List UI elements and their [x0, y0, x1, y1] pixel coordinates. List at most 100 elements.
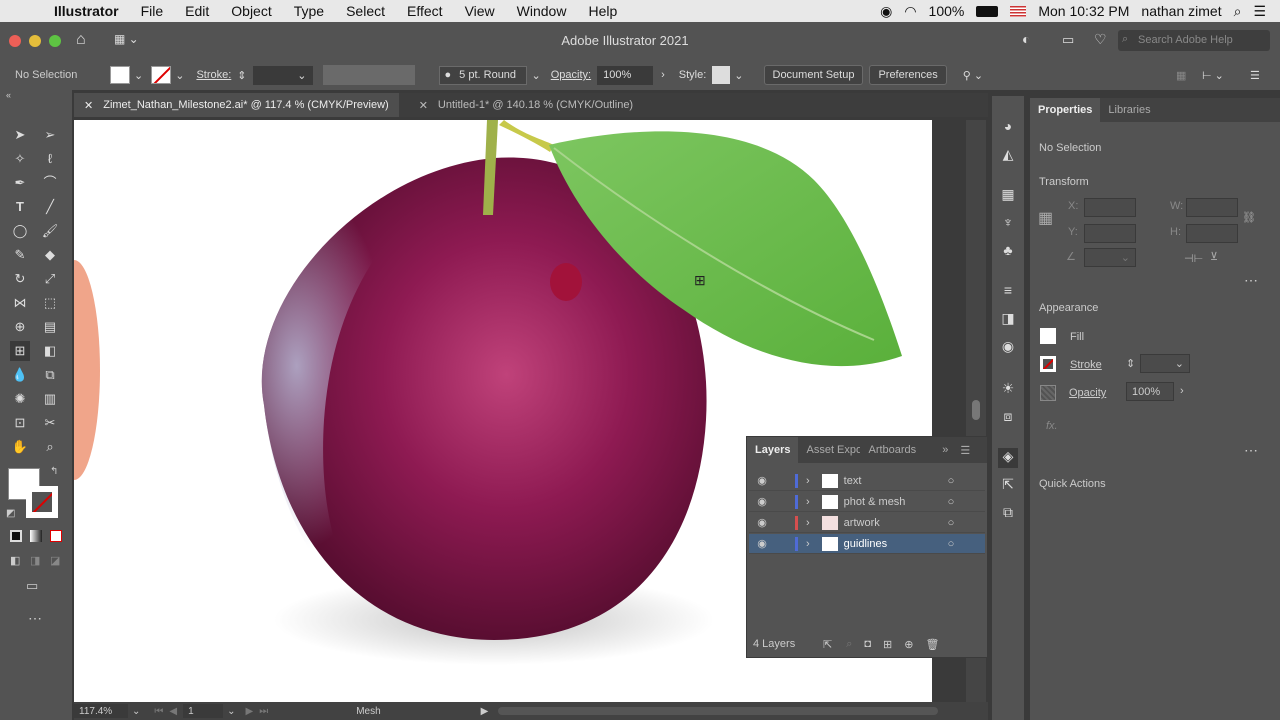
creative-cloud-icon[interactable]: ◉ — [880, 3, 892, 20]
menu-object[interactable]: Object — [231, 3, 271, 19]
screen-mode-icon[interactable]: ▭ — [26, 578, 38, 594]
expand-layer-icon[interactable]: › — [806, 517, 810, 529]
layer-row-selected[interactable]: ◉ › guidlines ○ — [749, 534, 985, 554]
rotate-field[interactable]: ⌄ — [1084, 248, 1136, 267]
opacity-field[interactable]: 100% — [597, 65, 654, 85]
target-circle-icon[interactable]: ○ — [948, 496, 955, 508]
slice-tool-icon[interactable]: ✂ — [40, 413, 60, 433]
menu-type[interactable]: Type — [294, 3, 324, 19]
close-tab-icon[interactable]: ✕ — [84, 99, 93, 112]
document-setup-button[interactable]: Document Setup — [763, 65, 864, 85]
help-search-input[interactable]: ⌕ Search Adobe Help — [1118, 30, 1270, 51]
artboard-field[interactable]: 1 — [183, 704, 224, 718]
layer-row[interactable]: ◉ › artwork ○ — [749, 513, 985, 533]
free-transform-tool-icon[interactable]: ⬚ — [40, 293, 60, 313]
default-colors-icon[interactable]: ◩ — [6, 508, 15, 519]
gradient-panel-icon[interactable]: ◨ — [998, 310, 1018, 330]
menu-help[interactable]: Help — [588, 3, 617, 19]
visibility-eye-icon[interactable]: ◉ — [749, 474, 775, 487]
layer-name[interactable]: guidlines — [844, 538, 944, 550]
eraser-tool-icon[interactable]: ◆ — [40, 245, 60, 265]
zoom-field[interactable]: 117.4% — [74, 704, 128, 718]
arrange-documents-icon[interactable]: ▭ — [1062, 32, 1074, 48]
scroll-thumb[interactable] — [972, 400, 980, 420]
more-tools-icon[interactable]: ⋯ — [28, 610, 42, 627]
menu-select[interactable]: Select — [346, 3, 385, 19]
visibility-eye-icon[interactable]: ◉ — [749, 495, 775, 508]
color-mode-icon[interactable] — [10, 530, 22, 542]
none-mode-icon[interactable] — [50, 530, 62, 542]
stroke-label[interactable]: Stroke: — [196, 69, 231, 81]
artboard-dropdown[interactable]: ⌄ — [227, 706, 235, 717]
opacity-label[interactable]: Opacity — [1069, 387, 1106, 399]
perspective-grid-tool-icon[interactable]: ▤ — [40, 317, 60, 337]
hand-tool-icon[interactable]: ✋ — [10, 437, 30, 457]
paintbrush-tool-icon[interactable]: 🖌 — [40, 221, 60, 241]
layer-row[interactable]: ◉ › text ○ — [749, 471, 985, 491]
ellipse-tool-icon[interactable]: ◯ — [10, 221, 30, 241]
flag-icon[interactable] — [1010, 5, 1027, 17]
export-icon[interactable]: ⇱ — [823, 638, 832, 651]
horizontal-scrollbar[interactable] — [498, 707, 939, 715]
layers-panel-icon[interactable]: ◈ — [998, 448, 1018, 468]
more-options-icon[interactable]: ⋯ — [1244, 272, 1258, 289]
shape-builder-tool-icon[interactable]: ⊕ — [10, 317, 30, 337]
user-name[interactable]: nathan zimet — [1141, 3, 1221, 19]
stroke-dropdown[interactable]: ⌄ — [175, 69, 184, 82]
x-field[interactable] — [1084, 198, 1136, 217]
variable-width-profile[interactable] — [322, 65, 415, 85]
menu-effect[interactable]: Effect — [407, 3, 443, 19]
layer-row[interactable]: ◉ › phot & mesh ○ — [749, 492, 985, 512]
expand-layer-icon[interactable]: › — [806, 475, 810, 487]
menu-view[interactable]: View — [465, 3, 495, 19]
transparency-icon[interactable]: ◉ — [998, 338, 1018, 358]
first-artboard-icon[interactable]: ⏮ — [154, 706, 163, 717]
tab-libraries[interactable]: Libraries — [1100, 104, 1158, 116]
selection-tool-icon[interactable]: ➤ — [10, 125, 30, 145]
draw-inside-icon[interactable]: ◪ — [50, 554, 60, 567]
create-sublayer-icon[interactable]: ⊞ — [883, 638, 892, 651]
expand-panel-icon[interactable]: » — [942, 444, 948, 456]
h-field[interactable] — [1186, 224, 1238, 243]
status-arrow-icon[interactable]: ▶ — [481, 706, 489, 717]
stroke-stepper[interactable]: ⇕ — [237, 69, 246, 82]
layer-name[interactable]: text — [844, 475, 944, 487]
share-icon[interactable]: ◐ — [1022, 31, 1030, 47]
stroke-weight-stepper[interactable]: ⇕ — [1126, 357, 1135, 370]
opacity-field[interactable]: 100% — [1126, 382, 1174, 401]
artboards-panel-icon[interactable]: ⧉ — [998, 504, 1018, 524]
appearance-more-icon[interactable]: ⋯ — [1244, 442, 1258, 459]
graph-tool-icon[interactable]: ▥ — [40, 389, 60, 409]
opacity-arrow-icon[interactable]: › — [661, 69, 665, 81]
color-panel-icon[interactable]: ◕ — [998, 118, 1018, 138]
opacity-icon[interactable] — [1040, 385, 1056, 401]
blend-tool-icon[interactable]: ⧉ — [40, 365, 60, 385]
mesh-tool-icon[interactable]: ⊞ — [10, 341, 30, 361]
close-tab-icon[interactable]: ✕ — [419, 99, 428, 112]
control-center-icon[interactable]: ☰ — [1253, 3, 1266, 20]
style-swatch[interactable] — [712, 66, 731, 84]
menu-window[interactable]: Window — [517, 3, 567, 19]
fill-dropdown[interactable]: ⌄ — [134, 69, 143, 82]
stroke-panel-icon[interactable]: ≡ — [998, 282, 1018, 302]
tab-asset-export[interactable]: Asset Expo — [798, 444, 860, 456]
stroke-weight-field[interactable]: ⌄ — [1140, 354, 1190, 373]
shaper-tool-icon[interactable]: ✎ — [10, 245, 30, 265]
last-artboard-icon[interactable]: ⏭ — [259, 706, 268, 717]
layer-name[interactable]: artwork — [844, 517, 944, 529]
clipping-mask-icon[interactable]: ◘ — [864, 638, 871, 650]
target-circle-icon[interactable]: ○ — [948, 538, 955, 550]
menu-file[interactable]: File — [141, 3, 164, 19]
width-tool-icon[interactable]: ⋈ — [10, 293, 30, 313]
discover-icon[interactable]: ♡ — [1094, 31, 1107, 48]
opacity-arrow-icon[interactable]: › — [1180, 385, 1184, 397]
flip-vertical-icon[interactable]: ⊻ — [1210, 250, 1218, 263]
menu-edit[interactable]: Edit — [185, 3, 209, 19]
artboard-tool-icon[interactable]: ⊡ — [10, 413, 30, 433]
expand-layer-icon[interactable]: › — [806, 538, 810, 550]
stroke-weight-field[interactable]: ⌄ — [252, 65, 313, 85]
tab-properties[interactable]: Properties — [1030, 98, 1101, 122]
zoom-dropdown[interactable]: ⌄ — [132, 706, 140, 717]
locate-object-icon[interactable]: ⌕ — [846, 638, 852, 651]
draw-normal-icon[interactable]: ◧ — [10, 554, 20, 567]
